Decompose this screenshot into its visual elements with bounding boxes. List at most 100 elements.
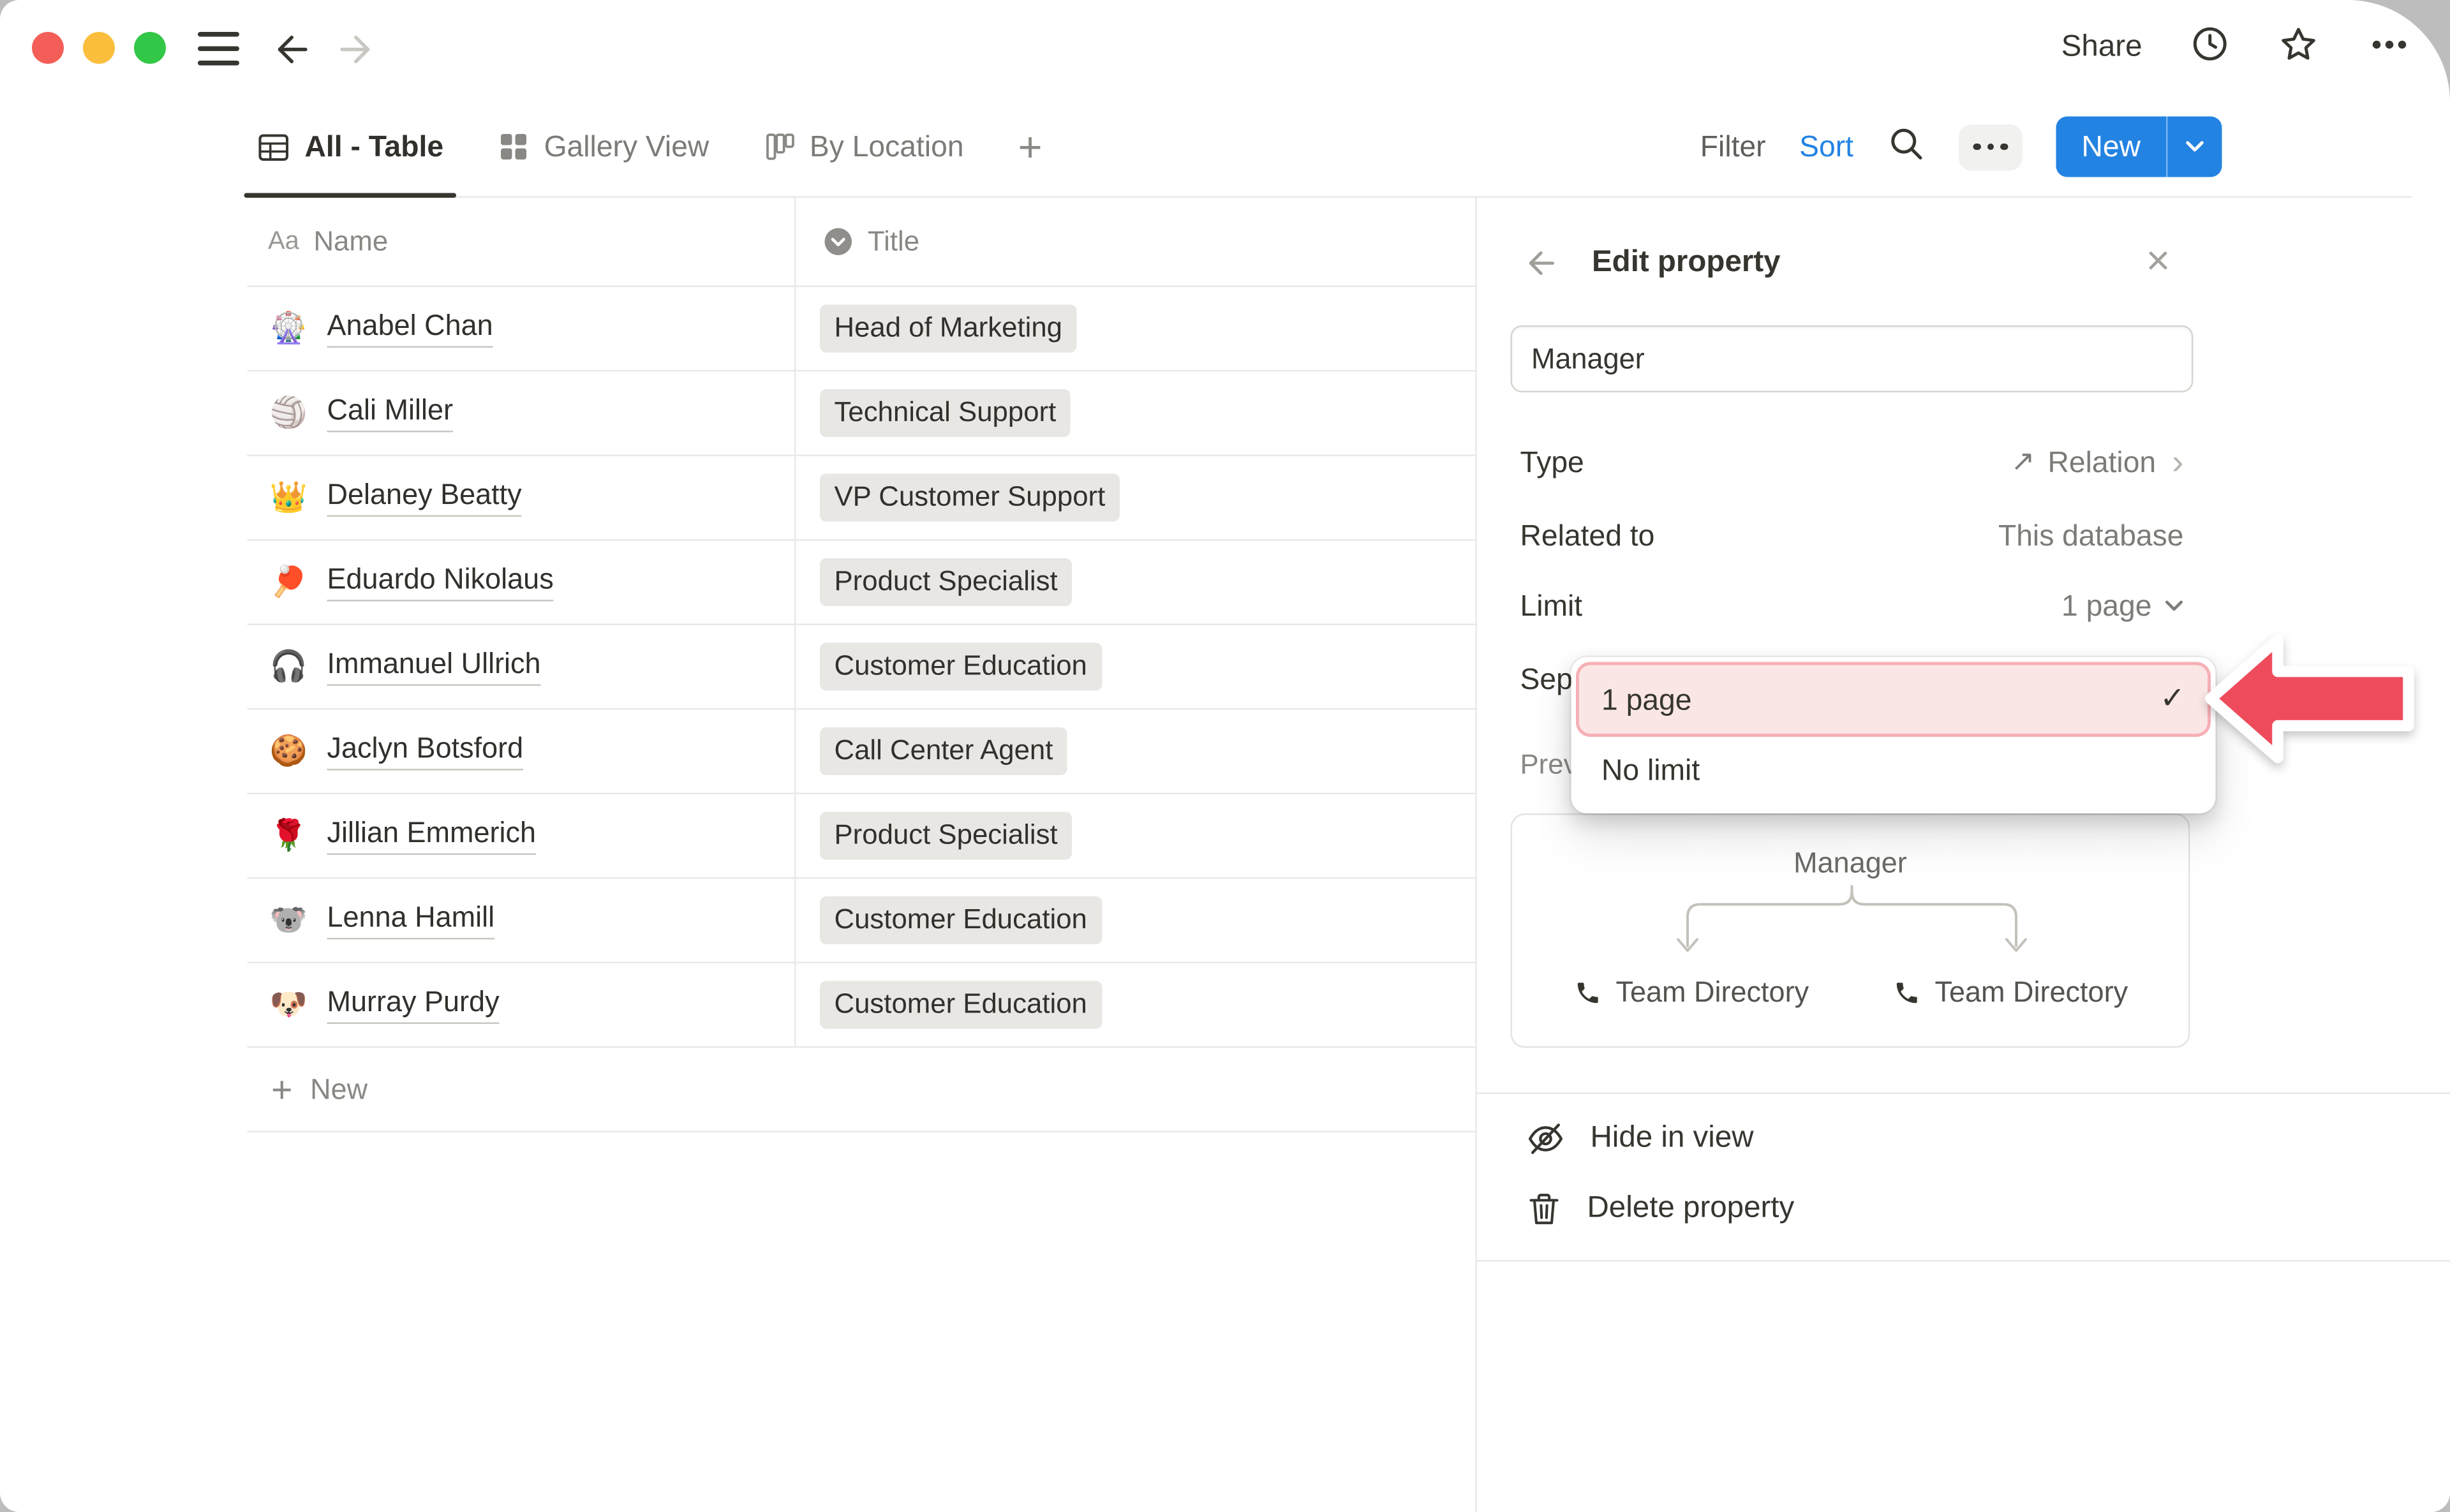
table-row[interactable]: 🏓Eduardo Nikolaus Product Specialist	[248, 541, 1476, 626]
row-name-link[interactable]: Delaney Beatty	[327, 479, 522, 517]
panel-title: Edit property	[1592, 246, 1781, 281]
dropdown-option-1-page[interactable]: 1 page ✓	[1579, 665, 2208, 734]
new-row-button[interactable]: + New	[248, 1048, 1476, 1133]
table-row[interactable]: 🍪 Jaclyn Botsford Call Center Agent	[248, 710, 1476, 795]
tab-label: Gallery View	[544, 130, 709, 165]
back-arrow-icon	[1525, 246, 1560, 281]
delete-property-button[interactable]: Delete property	[1525, 1190, 1794, 1228]
related-to-row[interactable]: Related to This database	[1520, 500, 2184, 572]
tab-label: By Location	[810, 130, 964, 165]
tab-all-table[interactable]: All - Table	[248, 96, 454, 198]
column-header-title[interactable]: Title	[796, 198, 1476, 286]
type-row[interactable]: Type ↗ Relation ›	[1520, 426, 2184, 498]
row-name-link[interactable]: Eduardo Nikolaus	[327, 563, 554, 601]
hide-in-view-button[interactable]: Hide in view	[1525, 1118, 1754, 1160]
type-value: Relation	[2047, 444, 2156, 479]
add-view-button[interactable]: +	[1009, 122, 1052, 172]
close-window-button[interactable]	[32, 32, 64, 64]
table-row[interactable]: 🏐Cali Miller Technical Support	[248, 372, 1476, 457]
table-row[interactable]: 🎡Anabel Chan Head of Marketing	[248, 287, 1476, 372]
panel-close-icon[interactable]: ×	[2137, 239, 2179, 281]
row-emoji: 🐶	[268, 986, 309, 1024]
back-arrow-icon	[273, 29, 315, 70]
panel-back-button[interactable]	[1522, 242, 1563, 284]
title-tag: VP Customer Support	[820, 474, 1120, 522]
view-bar: All - Table Gallery View By Location + F…	[0, 96, 2450, 198]
title-tag: Call Center Agent	[820, 727, 1067, 775]
row-name-link[interactable]: Jillian Emmerich	[327, 817, 537, 855]
row-name-link[interactable]: Cali Miller	[327, 394, 454, 432]
chevron-right-icon: ›	[2172, 444, 2183, 479]
row-name-link[interactable]: Lenna Hamill	[327, 901, 495, 939]
tab-gallery-view[interactable]: Gallery View	[488, 96, 718, 198]
table-row[interactable]: 🐶Murray Purdy Customer Education	[248, 963, 1476, 1048]
phone-icon	[1894, 979, 1921, 1007]
favorite-star-icon[interactable]	[2278, 23, 2319, 73]
edit-property-panel: Edit property × Type ↗ Relation › Relate…	[1476, 198, 2450, 1512]
new-button-group: New	[2056, 117, 2222, 177]
row-emoji: 🎧	[268, 648, 309, 686]
tab-by-location[interactable]: By Location	[754, 96, 973, 198]
table-view-icon	[257, 130, 291, 164]
table-header-row: Aa Name Title	[248, 198, 1476, 287]
row-emoji: 👑	[268, 478, 309, 517]
plus-icon: +	[271, 1071, 293, 1108]
phone-icon	[1575, 979, 1602, 1007]
history-clock-icon[interactable]	[2190, 24, 2231, 72]
app-window: Share All - Table	[0, 0, 2450, 1512]
trash-icon	[1525, 1190, 1563, 1228]
property-name-input[interactable]	[1511, 325, 2194, 392]
board-view-icon	[763, 131, 795, 163]
row-name-link[interactable]: Jaclyn Botsford	[327, 732, 524, 770]
preview-item-label: Team Directory	[1616, 976, 1809, 1010]
filter-button[interactable]: Filter	[1700, 130, 1766, 165]
title-tag: Customer Education	[820, 896, 1101, 944]
zoom-window-button[interactable]	[134, 32, 166, 64]
preview-root-label: Manager	[1512, 847, 2188, 881]
minimize-window-button[interactable]	[83, 32, 115, 64]
row-name-link[interactable]: Murray Purdy	[327, 986, 500, 1024]
table-row[interactable]: 👑 Delaney Beatty VP Customer Support	[248, 456, 1476, 541]
hide-in-view-label: Hide in view	[1591, 1122, 1754, 1157]
preview-item: Team Directory	[1894, 976, 2128, 1010]
delete-property-label: Delete property	[1587, 1192, 1795, 1227]
table-row[interactable]: 🐨 Lenna Hamill Customer Education	[248, 879, 1476, 964]
row-name-link[interactable]: Immanuel Ullrich	[327, 648, 541, 686]
related-to-value: This database	[1998, 517, 2184, 552]
title-tag: Product Specialist	[820, 558, 1072, 606]
table-row[interactable]: 🎧Immanuel Ullrich Customer Education	[248, 625, 1476, 710]
row-emoji: 🌹	[268, 817, 309, 855]
forward-button[interactable]	[332, 27, 376, 72]
limit-label: Limit	[1520, 588, 1583, 623]
new-button-dropdown[interactable]	[2168, 117, 2222, 177]
row-emoji: 🎡	[268, 309, 309, 348]
row-emoji: 🏐	[268, 394, 309, 433]
chevron-down-icon	[2185, 140, 2204, 153]
column-header-name[interactable]: Aa Name	[248, 198, 796, 286]
new-row-label: New	[310, 1072, 368, 1106]
sort-button[interactable]: Sort	[1799, 130, 1853, 165]
limit-row[interactable]: Limit 1 page	[1520, 570, 2184, 642]
view-options-icon[interactable]	[1959, 124, 2023, 170]
new-button[interactable]: New	[2056, 117, 2166, 177]
row-emoji: 🐨	[268, 901, 309, 940]
table-row[interactable]: 🌹Jillian Emmerich Product Specialist	[248, 794, 1476, 879]
truncated-label-2: Prev	[1520, 748, 1578, 782]
forward-arrow-icon	[334, 29, 375, 70]
truncated-label-1: Sep	[1520, 661, 1573, 696]
row-name-link[interactable]: Anabel Chan	[327, 310, 493, 348]
relation-connector-lines	[1512, 886, 2192, 968]
sidebar-menu-icon[interactable]	[198, 32, 239, 66]
search-icon[interactable]	[1887, 124, 1925, 170]
row-emoji: 🍪	[268, 732, 309, 771]
relation-icon: ↗	[2011, 445, 2035, 479]
share-button[interactable]: Share	[2061, 31, 2142, 66]
more-options-icon[interactable]	[2367, 23, 2412, 73]
related-to-label: Related to	[1520, 517, 1655, 552]
dropdown-option-no-limit[interactable]: No limit	[1579, 734, 2208, 806]
preview-item-label: Team Directory	[1935, 976, 2128, 1010]
back-button[interactable]	[271, 27, 316, 72]
database-table: Aa Name Title 🎡Anabel Chan Head of Marke…	[248, 198, 1476, 1132]
column-label: Title	[868, 225, 919, 259]
option-label: No limit	[1601, 752, 1700, 787]
